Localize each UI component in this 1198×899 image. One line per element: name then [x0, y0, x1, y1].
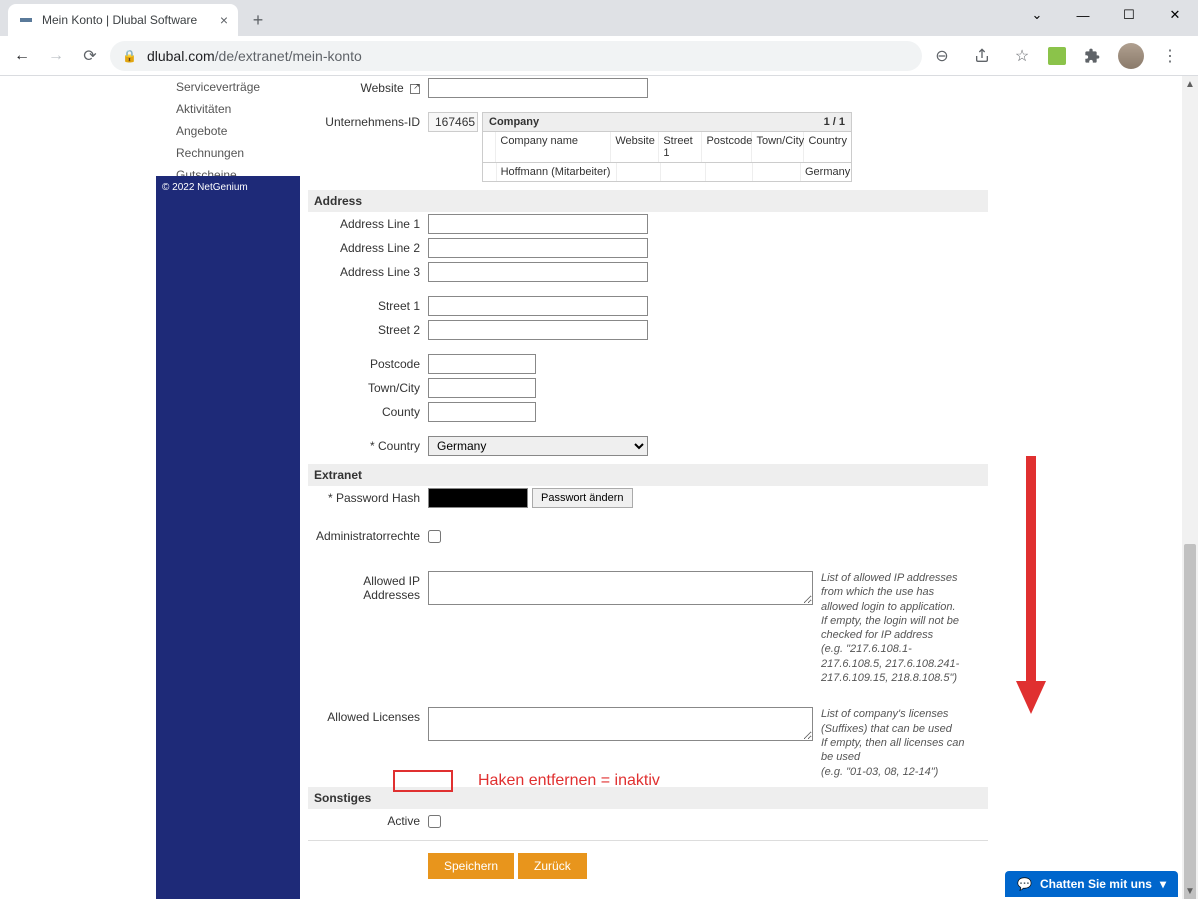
lic-textarea[interactable] [428, 707, 813, 741]
forward-button[interactable]: → [42, 42, 70, 70]
ip-label: Allowed IP Addresses [308, 571, 428, 602]
close-window-button[interactable]: ✕ [1152, 0, 1198, 30]
profile-avatar[interactable] [1118, 43, 1144, 69]
tab-title: Mein Konto | Dlubal Software [42, 13, 197, 27]
addr3-input[interactable] [428, 262, 648, 282]
street2-input[interactable] [428, 320, 648, 340]
address-section: Address [308, 190, 988, 212]
col-dot [483, 132, 496, 162]
extranet-section: Extranet [308, 464, 988, 486]
county-label: County [308, 402, 428, 419]
col-postcode[interactable]: Postcode [702, 132, 752, 162]
copyright-text: © 2022 NetGenium [162, 182, 248, 193]
new-tab-button[interactable]: + [244, 6, 272, 34]
postcode-label: Postcode [308, 354, 428, 371]
lic-label: Allowed Licenses [308, 707, 428, 724]
browser-titlebar: Mein Konto | Dlubal Software × + ⌄ — ☐ ✕ [0, 0, 1198, 36]
extension-icon-1[interactable] [1048, 47, 1066, 65]
sidebar-item-aktivitaeten[interactable]: Aktivitäten [156, 98, 300, 120]
scroll-thumb[interactable] [1184, 544, 1196, 899]
town-input[interactable] [428, 378, 536, 398]
change-password-button[interactable]: Passwort ändern [532, 488, 633, 508]
chat-icon: 💬 [1017, 877, 1032, 891]
street1-input[interactable] [428, 296, 648, 316]
ip-textarea[interactable] [428, 571, 813, 605]
copyright-panel: © 2022 NetGenium [156, 176, 300, 899]
reload-button[interactable]: ⟳ [76, 42, 104, 70]
company-id-label: Unternehmens-ID [308, 112, 428, 129]
chevron-down-icon[interactable]: ⌄ [1014, 0, 1060, 30]
sidebar-item-rechnungen[interactable]: Rechnungen [156, 142, 300, 164]
addr2-label: Address Line 2 [308, 238, 428, 255]
col-town[interactable]: Town/City [752, 132, 804, 162]
address-bar[interactable]: 🔒 dlubal.com/de/extranet/mein-konto [110, 41, 922, 71]
chat-widget[interactable]: 💬 Chatten Sie mit uns ▾ [1005, 871, 1178, 897]
active-label: Active [308, 811, 428, 828]
sidebar: Serviceverträge Aktivitäten Angebote Rec… [156, 76, 300, 186]
lic-hint: List of company's licenses (Suffixes) th… [821, 707, 971, 778]
col-country[interactable]: Country [804, 132, 851, 162]
website-input[interactable] [428, 78, 648, 98]
ip-hint: List of allowed IP addresses from which … [821, 571, 971, 685]
town-label: Town/City [308, 378, 428, 395]
annotation-box [393, 770, 453, 792]
url-text: dlubal.com/de/extranet/mein-konto [147, 48, 362, 64]
back-button[interactable]: ← [8, 42, 36, 70]
maximize-button[interactable]: ☐ [1106, 0, 1152, 30]
sidebar-item-servicevertraege[interactable]: Serviceverträge [156, 76, 300, 98]
chevron-down-icon: ▾ [1160, 877, 1166, 891]
page-scrollbar[interactable]: ▲ ▼ [1182, 76, 1198, 899]
active-checkbox[interactable] [428, 815, 441, 828]
extensions-icon[interactable] [1078, 42, 1106, 70]
county-input[interactable] [428, 402, 536, 422]
addr1-input[interactable] [428, 214, 648, 234]
sidebar-item-angebote[interactable]: Angebote [156, 120, 300, 142]
browser-tab[interactable]: Mein Konto | Dlubal Software × [8, 4, 238, 36]
save-button[interactable]: Speichern [428, 853, 514, 879]
lock-icon: 🔒 [122, 49, 137, 63]
company-id-value: 167465 [428, 112, 478, 132]
share-icon[interactable] [968, 42, 996, 70]
street1-label: Street 1 [308, 296, 428, 313]
tab-close-icon[interactable]: × [220, 12, 228, 28]
addr3-label: Address Line 3 [308, 262, 428, 279]
company-table-title: Company [489, 116, 539, 128]
bookmark-icon[interactable]: ☆ [1008, 42, 1036, 70]
tab-favicon [18, 12, 34, 28]
scroll-down-icon[interactable]: ▼ [1182, 883, 1198, 899]
addr2-input[interactable] [428, 238, 648, 258]
country-select[interactable]: Germany [428, 436, 648, 456]
col-company-name[interactable]: Company name [496, 132, 611, 162]
pw-label: * Password Hash [308, 488, 428, 505]
minimize-button[interactable]: — [1060, 0, 1106, 30]
postcode-input[interactable] [428, 354, 536, 374]
menu-icon[interactable]: ⋮ [1156, 42, 1184, 70]
external-link-icon [410, 84, 420, 94]
scroll-up-icon[interactable]: ▲ [1182, 76, 1198, 92]
browser-toolbar: ← → ⟳ 🔒 dlubal.com/de/extranet/mein-kont… [0, 36, 1198, 76]
country-label: * Country [308, 436, 428, 453]
admin-checkbox[interactable] [428, 530, 441, 543]
company-table: Company 1 / 1 Company name Website Stree… [482, 112, 852, 182]
addr1-label: Address Line 1 [308, 214, 428, 231]
col-street[interactable]: Street 1 [659, 132, 702, 162]
password-hash-field [428, 488, 528, 508]
company-table-page: 1 / 1 [824, 116, 845, 128]
admin-label: Administratorrechte [308, 526, 428, 543]
back-button-form[interactable]: Zurück [518, 853, 587, 879]
zoom-icon[interactable]: ⊖ [928, 42, 956, 70]
table-row[interactable]: Hoffmann (Mitarbeiter) Germany [483, 163, 851, 181]
street2-label: Street 2 [308, 320, 428, 337]
chat-label: Chatten Sie mit uns [1040, 877, 1152, 891]
annotation-arrow-icon [1016, 456, 1046, 716]
annotation-text: Haken entfernen = inaktiv [478, 772, 660, 790]
col-website[interactable]: Website [611, 132, 659, 162]
website-label: Website [308, 78, 428, 95]
